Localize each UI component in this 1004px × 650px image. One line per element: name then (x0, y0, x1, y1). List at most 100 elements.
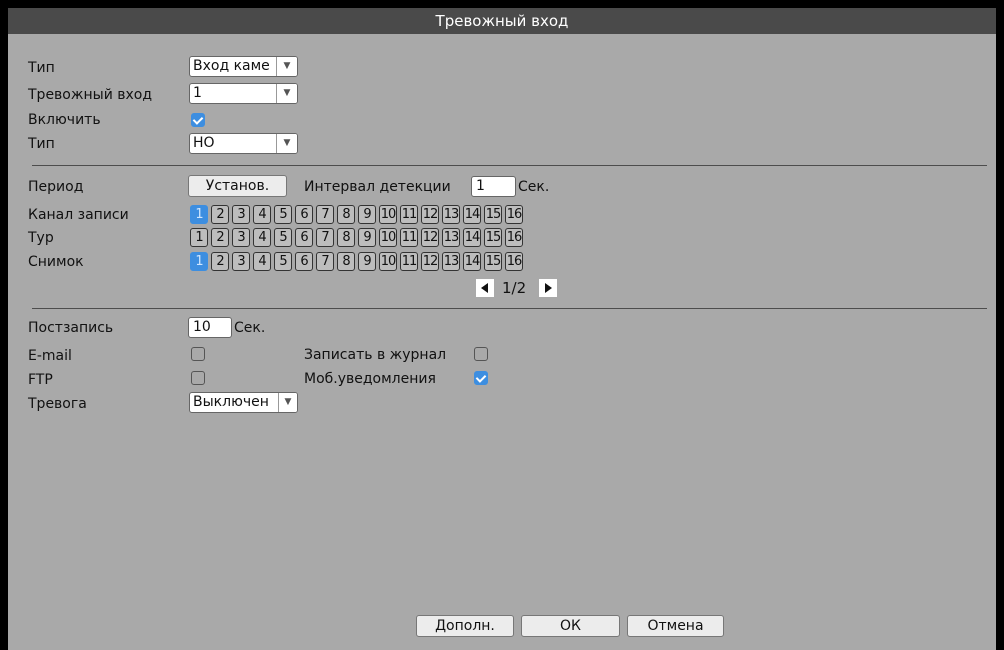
period-label: Период (28, 179, 84, 195)
mobile-label: Моб.уведомления (304, 371, 436, 387)
channel-10-button[interactable]: 10 (379, 205, 397, 224)
enable-checkbox[interactable] (191, 113, 205, 127)
interval-unit: Сек. (518, 179, 550, 195)
record-channel-row: 1 2 3 4 5 6 7 8 9 10 11 12 13 14 15 16 (190, 205, 526, 224)
ok-button[interactable]: ОК (521, 615, 620, 637)
ftp-checkbox[interactable] (191, 371, 205, 385)
snapshot-channel-row: 1 2 3 4 5 6 7 8 9 10 11 12 13 14 15 16 (190, 252, 526, 271)
next-page-button[interactable] (539, 279, 557, 297)
channel-11-button[interactable]: 11 (400, 205, 418, 224)
channel-6-button[interactable]: 6 (295, 228, 313, 247)
device-type-select[interactable]: НО ▼ (189, 133, 298, 154)
section-divider (32, 308, 987, 309)
channel-13-button[interactable]: 13 (442, 228, 460, 247)
channel-14-button[interactable]: 14 (463, 205, 481, 224)
log-checkbox[interactable] (474, 347, 488, 361)
channel-7-button[interactable]: 7 (316, 228, 334, 247)
channel-9-button[interactable]: 9 (358, 205, 376, 224)
channel-2-button[interactable]: 2 (211, 228, 229, 247)
channel-15-button[interactable]: 15 (484, 228, 502, 247)
channel-7-button[interactable]: 7 (316, 205, 334, 224)
channel-2-button[interactable]: 2 (211, 205, 229, 224)
channel-3-button[interactable]: 3 (232, 252, 250, 271)
mobile-notify-checkbox[interactable] (474, 371, 488, 385)
prev-page-button[interactable] (476, 279, 494, 297)
channel-12-button[interactable]: 12 (421, 252, 439, 271)
page-indicator: 1/2 (502, 279, 527, 297)
channel-6-button[interactable]: 6 (295, 205, 313, 224)
alarm-input-window: Тревожный вход Тип Вход каме ▼ Тревожный… (8, 8, 996, 650)
alarm-label: Тревога (28, 396, 87, 412)
section-divider (32, 165, 987, 166)
channel-9-button[interactable]: 9 (358, 252, 376, 271)
channel-row-label: Канал записи (28, 207, 129, 223)
channel-8-button[interactable]: 8 (337, 205, 355, 224)
device-type-value: НО (193, 135, 215, 151)
channel-row-label: Тур (28, 230, 54, 246)
channel-row-label: Снимок (28, 254, 84, 270)
alarm-input-label: Тревожный вход (28, 87, 153, 103)
set-period-button[interactable]: Установ. (188, 175, 287, 197)
chevron-left-icon (481, 283, 488, 293)
chevron-right-icon (545, 283, 552, 293)
email-label: E-mail (28, 348, 72, 364)
channel-1-button[interactable]: 1 (190, 228, 208, 247)
window-title: Тревожный вход (8, 8, 996, 34)
device-type-label: Тип (28, 136, 55, 152)
channel-13-button[interactable]: 13 (442, 252, 460, 271)
channel-12-button[interactable]: 12 (421, 228, 439, 247)
tour-channel-row: 1 2 3 4 5 6 7 8 9 10 11 12 13 14 15 16 (190, 228, 526, 247)
chevron-down-icon: ▼ (276, 57, 297, 76)
channel-16-button[interactable]: 16 (505, 228, 523, 247)
channel-3-button[interactable]: 3 (232, 205, 250, 224)
alarm-input-select[interactable]: 1 ▼ (189, 83, 298, 104)
alarm-input-value: 1 (193, 85, 202, 101)
channel-12-button[interactable]: 12 (421, 205, 439, 224)
type-select[interactable]: Вход каме ▼ (189, 56, 298, 77)
channel-5-button[interactable]: 5 (274, 205, 292, 224)
channel-9-button[interactable]: 9 (358, 228, 376, 247)
channel-2-button[interactable]: 2 (211, 252, 229, 271)
channel-10-button[interactable]: 10 (379, 252, 397, 271)
alarm-select[interactable]: Выключен ▼ (189, 392, 298, 413)
channel-15-button[interactable]: 15 (484, 205, 502, 224)
channel-15-button[interactable]: 15 (484, 252, 502, 271)
channel-8-button[interactable]: 8 (337, 228, 355, 247)
channel-11-button[interactable]: 11 (400, 228, 418, 247)
channel-16-button[interactable]: 16 (505, 252, 523, 271)
enable-label: Включить (28, 112, 101, 128)
chevron-down-icon: ▼ (276, 84, 297, 103)
cancel-button[interactable]: Отмена (627, 615, 724, 637)
channel-14-button[interactable]: 14 (463, 252, 481, 271)
channel-13-button[interactable]: 13 (442, 205, 460, 224)
channel-4-button[interactable]: 4 (253, 228, 271, 247)
alarm-value: Выключен (193, 394, 269, 410)
channel-16-button[interactable]: 16 (505, 205, 523, 224)
channel-8-button[interactable]: 8 (337, 252, 355, 271)
channel-4-button[interactable]: 4 (253, 252, 271, 271)
channel-10-button[interactable]: 10 (379, 228, 397, 247)
channel-4-button[interactable]: 4 (253, 205, 271, 224)
interval-input[interactable]: 1 (471, 176, 516, 197)
channel-3-button[interactable]: 3 (232, 228, 250, 247)
channel-6-button[interactable]: 6 (295, 252, 313, 271)
channel-7-button[interactable]: 7 (316, 252, 334, 271)
post-record-label: Постзапись (28, 320, 114, 336)
post-record-unit: Сек. (234, 320, 266, 336)
channel-1-button[interactable]: 1 (190, 252, 208, 271)
type-label: Тип (28, 60, 55, 76)
channel-11-button[interactable]: 11 (400, 252, 418, 271)
chevron-down-icon: ▼ (278, 393, 297, 412)
channel-5-button[interactable]: 5 (274, 228, 292, 247)
type-value: Вход каме (193, 58, 270, 74)
chevron-down-icon: ▼ (276, 134, 297, 153)
channel-5-button[interactable]: 5 (274, 252, 292, 271)
ftp-label: FTP (28, 372, 53, 388)
post-record-input[interactable]: 10 (188, 317, 232, 338)
channel-14-button[interactable]: 14 (463, 228, 481, 247)
log-label: Записать в журнал (304, 347, 447, 363)
advanced-button[interactable]: Дополн. (416, 615, 514, 637)
interval-label: Интервал детекции (304, 179, 451, 195)
email-checkbox[interactable] (191, 347, 205, 361)
channel-1-button[interactable]: 1 (190, 205, 208, 224)
